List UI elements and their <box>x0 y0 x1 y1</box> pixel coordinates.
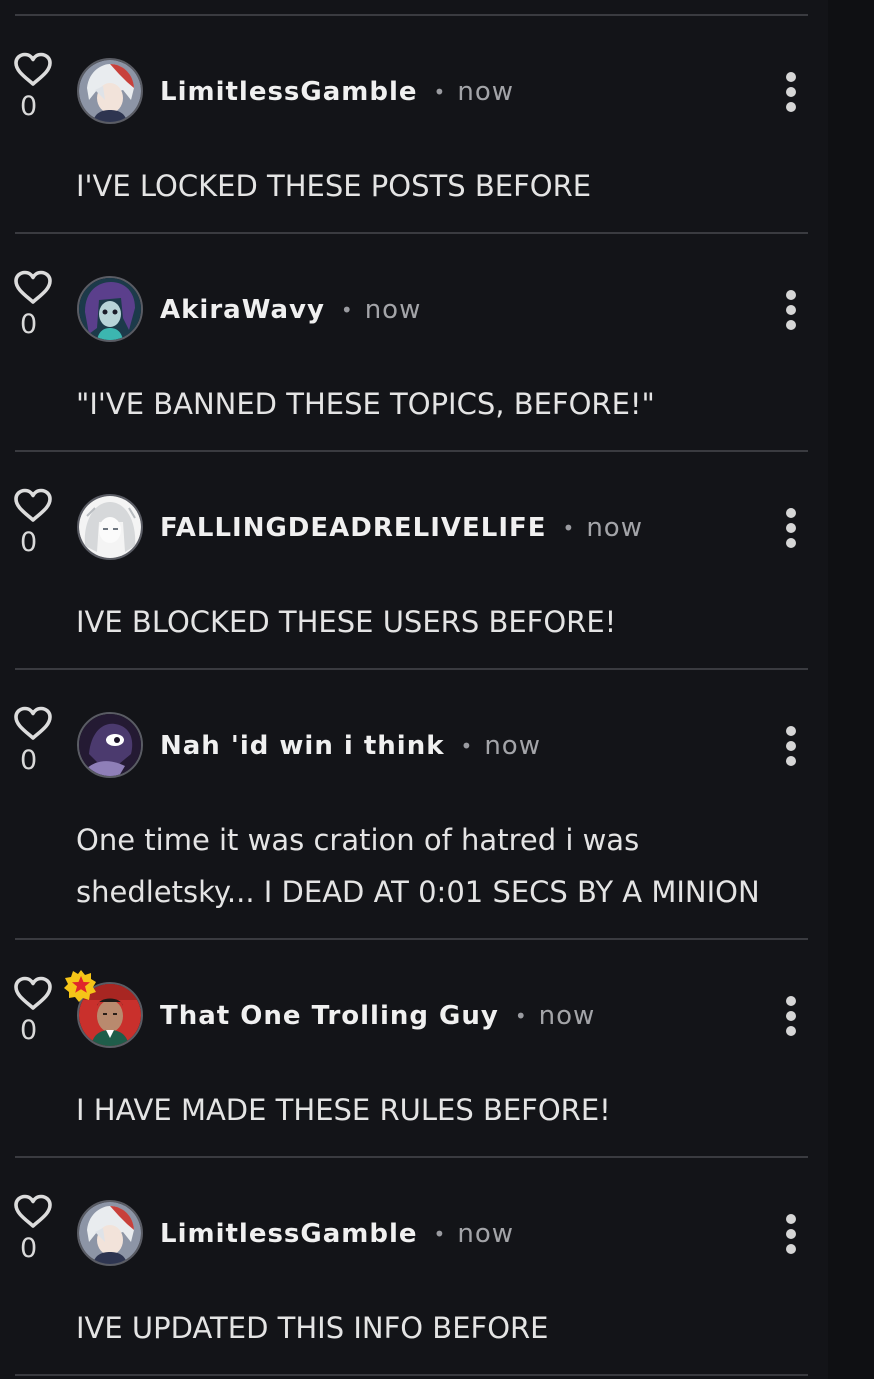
like-button[interactable] <box>13 706 53 742</box>
separator-dot: • <box>433 1222 446 1246</box>
heart-icon <box>14 976 52 1010</box>
like-count: 0 <box>20 91 38 122</box>
dot-icon <box>786 72 796 82</box>
heart-icon <box>14 488 52 522</box>
avatar[interactable] <box>77 494 143 560</box>
avatar[interactable] <box>77 1200 143 1266</box>
like-button[interactable] <box>13 488 53 524</box>
heart-icon <box>14 270 52 304</box>
comment-text: I'VE LOCKED THESE POSTS BEFORE <box>76 169 592 203</box>
like-count: 0 <box>20 1233 38 1264</box>
dot-icon <box>786 741 796 751</box>
more-options-button[interactable] <box>775 996 807 1036</box>
comment-meta: FALLINGDEADRELIVELIFE • now <box>160 508 643 548</box>
comment-feed: 0 LimitlessGamble • now I'VE LOCKED THES… <box>0 0 874 1379</box>
dot-icon <box>786 508 796 518</box>
heart-icon <box>14 52 52 86</box>
like-count: 0 <box>20 527 38 558</box>
more-options-button[interactable] <box>775 72 807 112</box>
more-options-button[interactable] <box>775 508 807 548</box>
comment-text: One time it was cration of hatred i was … <box>76 823 760 909</box>
dot-icon <box>786 1214 796 1224</box>
heart-icon <box>14 1194 52 1228</box>
username[interactable]: Nah 'id win i think <box>160 731 445 761</box>
like-count: 0 <box>20 309 38 340</box>
comment-text: IVE BLOCKED THESE USERS BEFORE! <box>76 605 617 639</box>
more-options-button[interactable] <box>775 290 807 330</box>
separator-dot: • <box>514 1004 527 1028</box>
like-count: 0 <box>20 1015 38 1046</box>
separator-dot: • <box>460 734 473 758</box>
divider <box>15 450 808 452</box>
dot-icon <box>786 1244 796 1254</box>
like-count: 0 <box>20 745 38 776</box>
dot-icon <box>786 1011 796 1021</box>
comment-meta: That One Trolling Guy • now <box>160 996 595 1036</box>
timestamp: now <box>586 513 643 543</box>
comment-meta: Nah 'id win i think • now <box>160 726 541 766</box>
avatar[interactable] <box>77 276 143 342</box>
separator-dot: • <box>340 298 353 322</box>
avatar[interactable] <box>77 58 143 124</box>
star-badge-icon <box>64 970 96 1002</box>
like-button[interactable] <box>13 52 53 88</box>
dot-icon <box>786 87 796 97</box>
separator-dot: • <box>433 80 446 104</box>
dot-icon <box>786 523 796 533</box>
like-button[interactable] <box>13 1194 53 1230</box>
timestamp: now <box>457 1219 514 1249</box>
divider <box>15 668 808 670</box>
more-options-button[interactable] <box>775 726 807 766</box>
comment-meta: LimitlessGamble • now <box>160 72 514 112</box>
comment-text: "I'VE BANNED THESE TOPICS, BEFORE!" <box>76 387 655 421</box>
username[interactable]: AkiraWavy <box>160 295 325 325</box>
dot-icon <box>786 1229 796 1239</box>
comment-text: IVE UPDATED THIS INFO BEFORE <box>76 1311 549 1345</box>
username[interactable]: FALLINGDEADRELIVELIFE <box>160 513 547 543</box>
username[interactable]: LimitlessGamble <box>160 77 418 107</box>
divider <box>15 938 808 940</box>
like-button[interactable] <box>13 976 53 1012</box>
dot-icon <box>786 726 796 736</box>
avatar[interactable] <box>77 712 143 778</box>
timestamp: now <box>484 731 541 761</box>
divider <box>15 1374 808 1376</box>
dot-icon <box>786 756 796 766</box>
username[interactable]: That One Trolling Guy <box>160 1001 499 1031</box>
dot-icon <box>786 102 796 112</box>
side-panel <box>828 0 874 1379</box>
dot-icon <box>786 320 796 330</box>
more-options-button[interactable] <box>775 1214 807 1254</box>
comment-meta: LimitlessGamble • now <box>160 1214 514 1254</box>
dot-icon <box>786 538 796 548</box>
like-button[interactable] <box>13 270 53 306</box>
dot-icon <box>786 1026 796 1036</box>
timestamp: now <box>457 77 514 107</box>
comment-text: I HAVE MADE THESE RULES BEFORE! <box>76 1093 611 1127</box>
separator-dot: • <box>562 516 575 540</box>
heart-icon <box>14 706 52 740</box>
dot-icon <box>786 305 796 315</box>
divider <box>15 14 808 16</box>
dot-icon <box>786 290 796 300</box>
username[interactable]: LimitlessGamble <box>160 1219 418 1249</box>
dot-icon <box>786 996 796 1006</box>
timestamp: now <box>364 295 422 325</box>
timestamp: now <box>538 1001 596 1031</box>
divider <box>15 1156 808 1158</box>
comment-meta: AkiraWavy • now <box>160 290 421 330</box>
divider <box>15 232 808 234</box>
